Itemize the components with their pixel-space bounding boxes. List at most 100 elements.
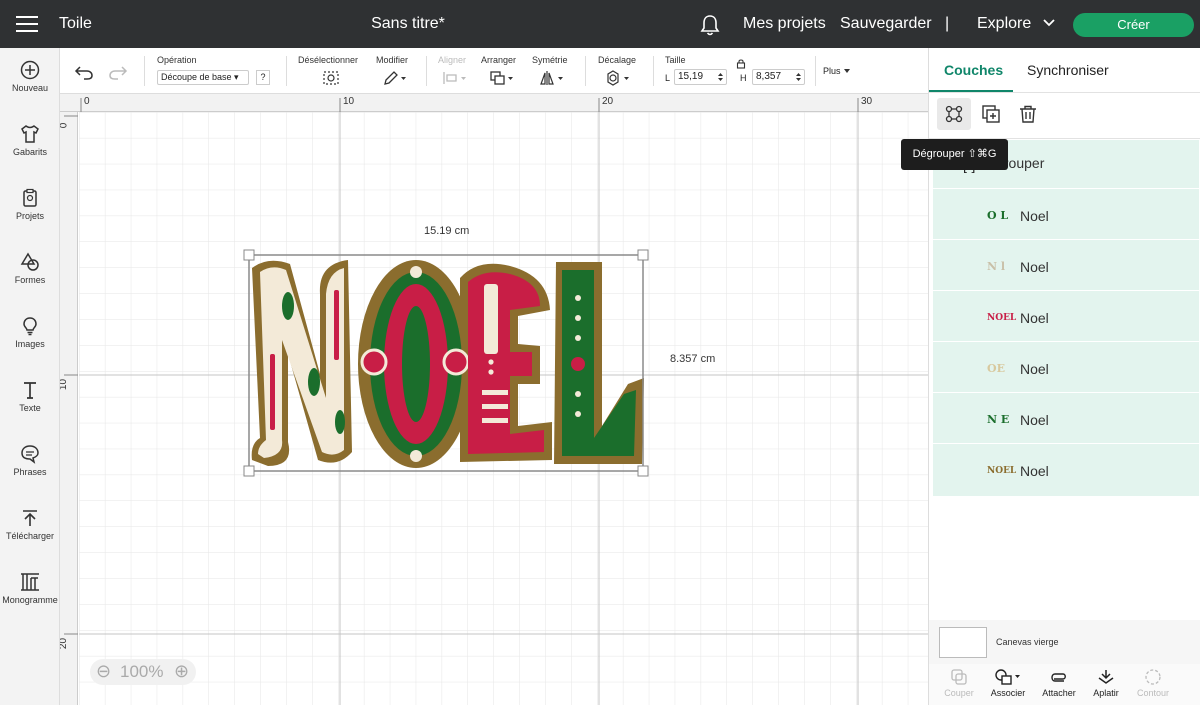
modify-label: Modifier [376,55,409,65]
layer-thumbnail: N l [987,260,1006,273]
layer-name: Noel [1020,463,1049,479]
chevron-down-icon [1043,19,1055,27]
arrange-label: Arranger [481,55,517,65]
flatten-button[interactable]: Aplatir [1079,668,1133,698]
layer-item[interactable]: NOEL Noel [933,293,1199,342]
height-value: 8,357 [756,71,782,82]
pencil-icon[interactable] [382,70,408,86]
duplicate-button[interactable] [974,98,1008,130]
stepper-icon[interactable] [717,72,724,82]
rail-item-upload[interactable]: Télécharger [0,508,60,541]
shirt-icon [21,125,39,143]
rail-item-phrases[interactable]: Phrases [0,444,60,477]
tab-layers[interactable]: Couches [944,62,1003,78]
rail-label: Texte [19,403,41,413]
save-link[interactable]: Sauvegarder [840,15,932,33]
paperclip-icon [1051,673,1066,682]
height-label: H [740,73,747,83]
resize-handle [637,249,649,261]
toolbar-separator [815,56,816,86]
tab-sync[interactable]: Synchroniser [1027,62,1109,78]
layer-item[interactable]: O L Noel [933,191,1199,240]
layer-item[interactable]: NOEL Noel [933,446,1199,495]
edit-toolbar: Opération Découpe de base ▾ ? Désélectio… [60,48,928,94]
operation-help-button[interactable]: ? [256,70,270,85]
align-icon [443,72,466,84]
more-menu[interactable]: Plus [823,66,851,76]
action-label: Aplatir [1093,688,1119,698]
rail-label: Phrases [13,467,47,477]
rail-item-monogram[interactable]: Monogramme [0,572,60,605]
rail-label: Formes [14,275,46,285]
rail-label: Télécharger [5,531,55,541]
rail-item-text[interactable]: Texte [0,380,60,413]
width-dimension: 15.19 cm [424,225,470,237]
undo-icon[interactable] [74,64,94,80]
rail-item-shapes[interactable]: Formes [0,252,60,285]
flip-icon[interactable] [539,70,567,86]
more-label: Plus [823,66,841,76]
action-label: Couper [944,688,974,698]
toolbar-separator [286,56,287,86]
plus-circle-icon [20,60,40,80]
height-input[interactable]: 8,357 [752,69,805,85]
arrange-icon[interactable] [489,70,517,86]
monogram-icon [21,573,39,591]
rail-item-templates[interactable]: Gabarits [0,124,60,157]
blank-canvas-label: Canevas vierge [996,637,1059,647]
rail-item-new[interactable]: Nouveau [0,60,60,93]
deselect-label: Désélectionner [298,55,359,65]
zoom-out-icon[interactable]: ⊖ [96,661,111,682]
operation-select[interactable]: Découpe de base ▾ [157,70,249,85]
layer-item[interactable]: N l Noel [933,242,1199,291]
panel-divider [929,92,1200,93]
stepper-icon[interactable] [795,72,802,82]
combine-button[interactable]: Associer [981,668,1035,698]
rail-label: Images [15,339,45,349]
attach-button[interactable]: Attacher [1032,668,1086,698]
text-icon [24,382,36,399]
rail-item-images[interactable]: Images [0,316,60,349]
width-label: L [665,73,671,83]
layer-item[interactable]: OE Noel [933,344,1199,393]
operation-label: Opération [157,55,197,65]
ungroup-tooltip: Dégrouper ⇧⌘G [901,139,1008,170]
layer-thumbnail: NOEL [987,313,1017,323]
trash-icon [1020,105,1036,123]
resize-handle [243,465,255,477]
shapes-icon [20,252,39,271]
layer-item[interactable]: N E Noel [933,395,1199,444]
upload-icon [23,510,37,526]
redo-icon[interactable] [108,64,128,80]
selection-box[interactable] [243,249,649,477]
contour-button[interactable]: Contour [1126,668,1180,698]
rail-label: Monogramme [2,595,58,605]
canvas-swatch[interactable] [939,627,987,658]
deselect-icon[interactable] [322,70,340,86]
width-input[interactable]: 15,19 [674,69,727,85]
size-label: Taille [665,55,686,65]
create-button[interactable]: Créer [1073,13,1194,37]
ruler-tick: 0 [84,96,90,107]
ruler-tick: 20 [602,96,614,107]
design-canvas[interactable]: 0 10 20 30 0 10 20 15.19 cm 8.357 cm [60,94,928,705]
explore-label: Explore [977,15,1032,32]
align-label: Aligner [438,55,467,65]
my-projects-link[interactable]: Mes projets [743,15,826,33]
resize-handle [637,465,649,477]
blank-canvas-row[interactable]: Canevas vierge [929,620,1200,664]
explore-menu[interactable]: Explore [977,15,1056,33]
zoom-in-icon[interactable]: ⊕ [174,661,189,682]
document-title[interactable]: Sans titre* [0,15,816,33]
rail-item-projects[interactable]: Projets [0,188,60,221]
zoom-level: 100% [120,662,164,681]
action-label: Attacher [1042,688,1076,698]
offset-icon[interactable] [605,70,633,86]
layer-name: Noel [1020,361,1049,377]
slice-button[interactable]: Couper [932,668,986,698]
lock-icon[interactable] [736,58,746,69]
ungroup-button[interactable] [937,98,971,130]
bell-icon[interactable] [700,14,720,36]
delete-button[interactable] [1011,98,1045,130]
combine-icon [995,669,1020,685]
